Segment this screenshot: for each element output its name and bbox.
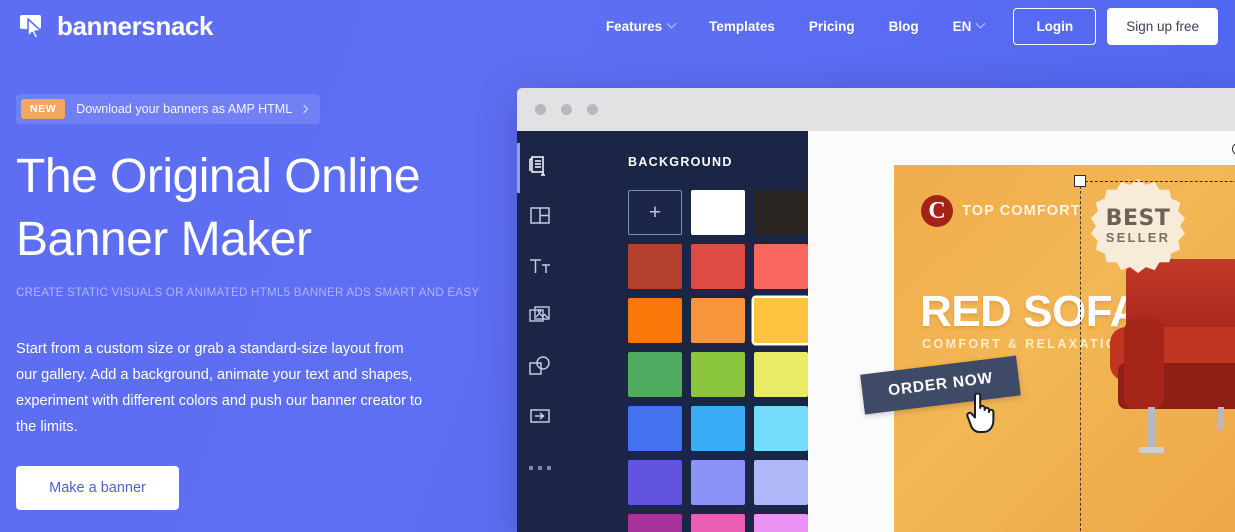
- tool-layers-document[interactable]: [517, 143, 563, 193]
- brand-c-logo-icon: C: [921, 195, 953, 227]
- badge-text-group: BEST SELLER: [1089, 177, 1187, 275]
- nav-label-features: Features: [605, 18, 663, 34]
- app-body: BACKGROUND + C TOP COMFORT RED SOFA COMF…: [517, 131, 1235, 532]
- tool-images[interactable]: [517, 293, 563, 343]
- text-tool-icon: [528, 254, 552, 283]
- page-title: The Original Online Banner Maker: [16, 145, 496, 271]
- app-preview-window: BACKGROUND + C TOP COMFORT RED SOFA COMF…: [517, 88, 1235, 532]
- nav-label-templates: Templates: [709, 18, 775, 34]
- hero-subheadline: CREATE STATIC VISUALS OR ANIMATED HTML5 …: [16, 286, 480, 299]
- promo-link[interactable]: Download your banners as AMP HTML: [76, 102, 309, 116]
- chevron-right-icon: [299, 104, 309, 114]
- nav-label-blog: Blog: [888, 18, 919, 34]
- nav-item-features[interactable]: Features: [589, 18, 692, 34]
- signup-button[interactable]: Sign up free: [1107, 7, 1218, 45]
- nav-item-pricing[interactable]: Pricing: [792, 19, 872, 34]
- chevron-down-icon: [666, 18, 677, 29]
- site-header: bannersnack Features Templates Pricing B…: [0, 0, 1235, 52]
- hero-section: NEW Download your banners as AMP HTML Th…: [0, 0, 515, 532]
- tool-more[interactable]: [517, 443, 563, 493]
- panel-title: BACKGROUND: [628, 155, 733, 169]
- swatch-white[interactable]: [691, 190, 745, 235]
- badge-best-label: BEST: [1105, 206, 1171, 231]
- swatch-red[interactable]: [691, 244, 745, 289]
- shapes-icon: [528, 354, 552, 383]
- promo-new-badge: NEW: [21, 99, 66, 119]
- swatch-gold-selected[interactable]: [754, 298, 808, 343]
- swatch-magenta[interactable]: [628, 514, 682, 532]
- editor-canvas[interactable]: C TOP COMFORT RED SOFA COMFORT & RELAXAT…: [808, 131, 1235, 532]
- swatch-indigo[interactable]: [628, 460, 682, 505]
- swatch-yellow-green[interactable]: [754, 352, 808, 397]
- window-dot-close-icon: [535, 104, 546, 115]
- hand-pointer-cursor-icon: [966, 392, 996, 435]
- browser-chrome-bar: [517, 88, 1235, 131]
- banner-subheadline: COMFORT & RELAXATION: [922, 337, 1130, 351]
- more-dots-icon: [529, 466, 551, 470]
- editor-tool-rail: [517, 131, 563, 532]
- nav-item-templates[interactable]: Templates: [692, 19, 792, 34]
- nav-label-pricing: Pricing: [808, 18, 855, 34]
- tool-animation[interactable]: [517, 393, 563, 443]
- animation-arrow-icon: [528, 404, 552, 433]
- nav-item-blog[interactable]: Blog: [872, 19, 936, 34]
- cursor-logo-icon: [18, 11, 48, 41]
- banner-artwork[interactable]: C TOP COMFORT RED SOFA COMFORT & RELAXAT…: [860, 165, 1235, 532]
- swatch-light-orange[interactable]: [691, 298, 745, 343]
- brand-logo[interactable]: bannersnack: [18, 11, 213, 42]
- tool-shapes[interactable]: [517, 343, 563, 393]
- badge-seller-label: SELLER: [1105, 230, 1171, 245]
- banner-order-now-button[interactable]: ORDER NOW: [860, 355, 1022, 415]
- swatch-coral[interactable]: [754, 244, 808, 289]
- tool-text[interactable]: [517, 243, 563, 293]
- layers-document-icon: [528, 154, 552, 183]
- login-button[interactable]: Login: [1013, 7, 1097, 45]
- headline-line-1: The Original Online: [16, 150, 421, 203]
- color-swatch-grid: +: [628, 190, 808, 532]
- banner-brand-name: TOP COMFORT: [962, 203, 1081, 219]
- window-dot-minimize-icon: [561, 104, 572, 115]
- swatch-orange[interactable]: [628, 298, 682, 343]
- swatch-dark-red[interactable]: [628, 244, 682, 289]
- swatch-lavender[interactable]: [754, 460, 808, 505]
- main-navigation: Features Templates Pricing Blog EN Login…: [589, 7, 1218, 45]
- chevron-down-icon: [975, 18, 986, 29]
- tool-layout-grid[interactable]: [517, 193, 563, 243]
- swatch-light-pink[interactable]: [754, 514, 808, 532]
- swatch-green[interactable]: [628, 352, 682, 397]
- brand-name: bannersnack: [57, 10, 214, 41]
- swatch-pink[interactable]: [691, 514, 745, 532]
- image-stack-icon: [528, 304, 552, 333]
- promo-link-label: Download your banners as AMP HTML: [76, 102, 293, 116]
- make-a-banner-button[interactable]: Make a banner: [16, 466, 179, 510]
- add-background-swatch[interactable]: +: [628, 190, 682, 235]
- banner-brand-row: C TOP COMFORT: [921, 195, 1081, 227]
- swatch-black[interactable]: [754, 190, 808, 235]
- swatch-light-cyan[interactable]: [754, 406, 808, 451]
- promo-banner[interactable]: NEW Download your banners as AMP HTML: [16, 94, 321, 124]
- resize-handle[interactable]: [1074, 175, 1086, 187]
- window-dot-maximize-icon: [587, 104, 598, 115]
- headline-line-2: Banner Maker: [16, 213, 312, 266]
- nav-label-language: EN: [952, 18, 972, 34]
- layout-grid-icon: [528, 204, 552, 233]
- swatch-sky-blue[interactable]: [691, 406, 745, 451]
- background-panel: BACKGROUND +: [563, 131, 808, 532]
- swatch-blue[interactable]: [628, 406, 682, 451]
- swatch-periwinkle[interactable]: [691, 460, 745, 505]
- nav-item-language[interactable]: EN: [936, 18, 1002, 34]
- hero-body-text: Start from a custom size or grab a stand…: [16, 341, 423, 435]
- swatch-lime[interactable]: [691, 352, 745, 397]
- best-seller-badge: BEST SELLER: [1089, 177, 1187, 275]
